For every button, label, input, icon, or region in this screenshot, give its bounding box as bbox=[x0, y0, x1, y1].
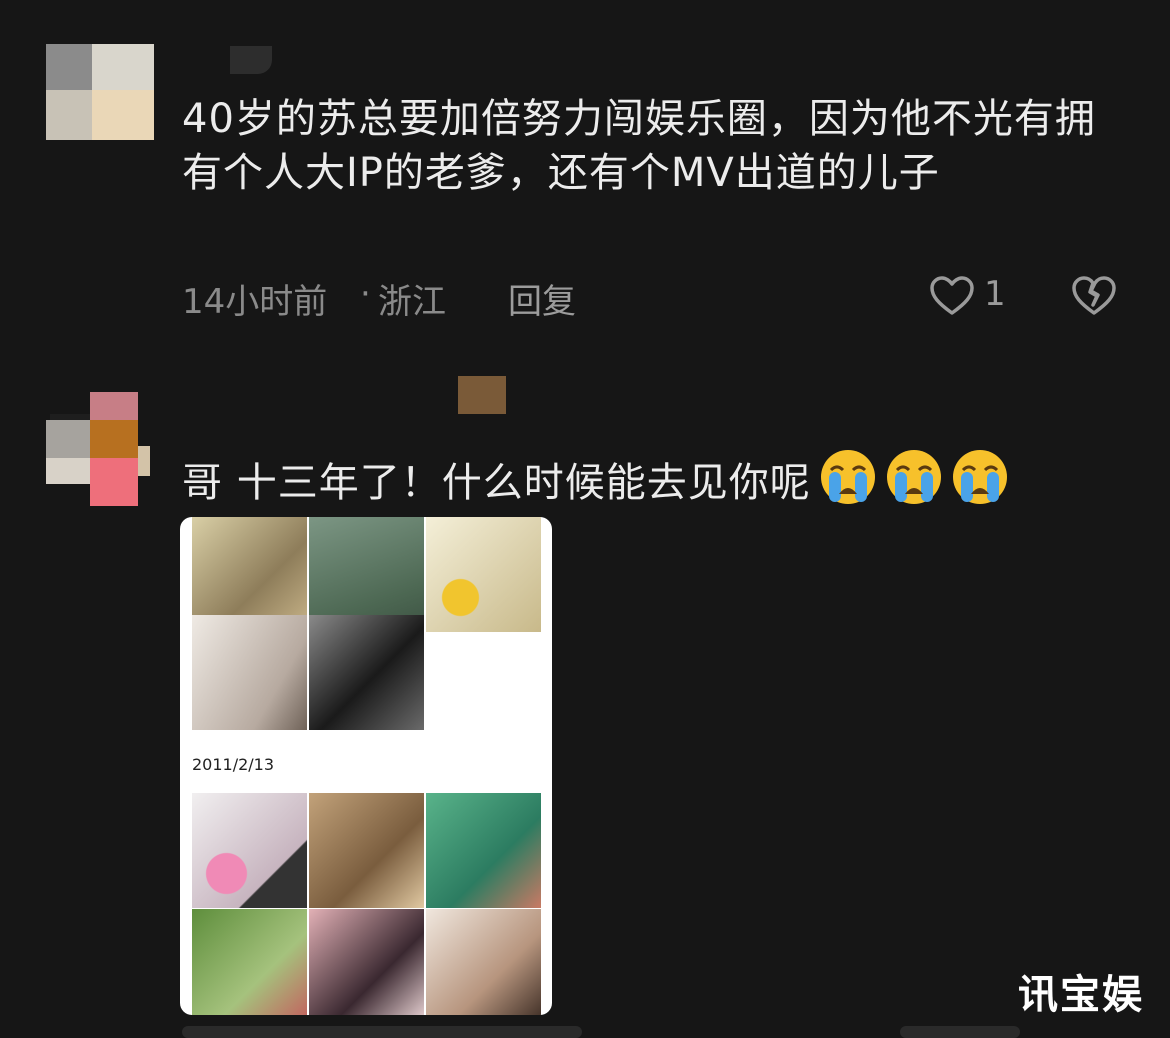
photo-thumbnail bbox=[192, 615, 307, 730]
meta-separator: · bbox=[360, 274, 371, 314]
heart-icon bbox=[930, 276, 974, 315]
photo-thumbnail bbox=[192, 793, 307, 908]
comment-time: 14小时前 bbox=[182, 282, 328, 322]
photo-thumbnail bbox=[426, 909, 541, 1015]
next-comment-peek bbox=[182, 1026, 582, 1038]
avatar-pixel bbox=[90, 420, 138, 458]
photo-thumbnail bbox=[309, 793, 424, 908]
avatar[interactable] bbox=[46, 386, 152, 506]
username-blurred[interactable] bbox=[458, 376, 506, 414]
photo-thumbnail bbox=[309, 909, 424, 1015]
avatar-pixel bbox=[46, 458, 90, 484]
photo-thumbnail bbox=[426, 793, 541, 908]
photo-thumbnail bbox=[309, 615, 424, 730]
loudly-crying-face-icon bbox=[952, 450, 1007, 504]
like-count: 1 bbox=[984, 274, 1006, 314]
avatar[interactable] bbox=[46, 44, 154, 140]
comment-image-attachment[interactable]: 2011/2/13 bbox=[180, 517, 552, 1015]
avatar-pixel bbox=[92, 44, 154, 90]
photo-thumbnail bbox=[192, 909, 307, 1015]
broken-heart-icon bbox=[1072, 276, 1116, 315]
loudly-crying-face-icon bbox=[820, 450, 875, 504]
username-blurred[interactable] bbox=[230, 46, 272, 74]
avatar-pixel bbox=[90, 458, 138, 506]
dislike-button[interactable] bbox=[1070, 272, 1118, 320]
avatar-pixel bbox=[50, 414, 90, 444]
photo-date: 2011/2/13 bbox=[192, 755, 275, 774]
comment-text: 40岁的苏总要加倍努力闯娱乐圈，因为他不光有拥有个人大IP的老爹，还有个MV出道… bbox=[182, 96, 1096, 196]
comment-1: 40岁的苏总要加倍努力闯娱乐圈，因为他不光有拥有个人大IP的老爹，还有个MV出道… bbox=[0, 0, 1170, 340]
comment-text: 哥 十三年了！什么时候能去见你呢 bbox=[182, 448, 1112, 510]
watermark: 讯宝娱 bbox=[1018, 972, 1144, 1018]
like-button[interactable] bbox=[928, 272, 976, 320]
avatar-pixel bbox=[90, 392, 138, 420]
photo-thumbnail bbox=[426, 517, 541, 632]
avatar-pixel bbox=[138, 446, 150, 476]
avatar-pixel bbox=[92, 90, 154, 140]
next-comment-peek bbox=[900, 1026, 1020, 1038]
avatar-pixel bbox=[46, 90, 92, 140]
loudly-crying-face-icon bbox=[886, 450, 941, 504]
avatar-pixel bbox=[46, 420, 90, 458]
avatar-pixel bbox=[46, 44, 92, 90]
reply-button[interactable]: 回复 bbox=[508, 274, 576, 323]
comment-text-content: 哥 十三年了！什么时候能去见你呢 bbox=[182, 460, 811, 506]
comment-location: 浙江 bbox=[378, 282, 446, 322]
